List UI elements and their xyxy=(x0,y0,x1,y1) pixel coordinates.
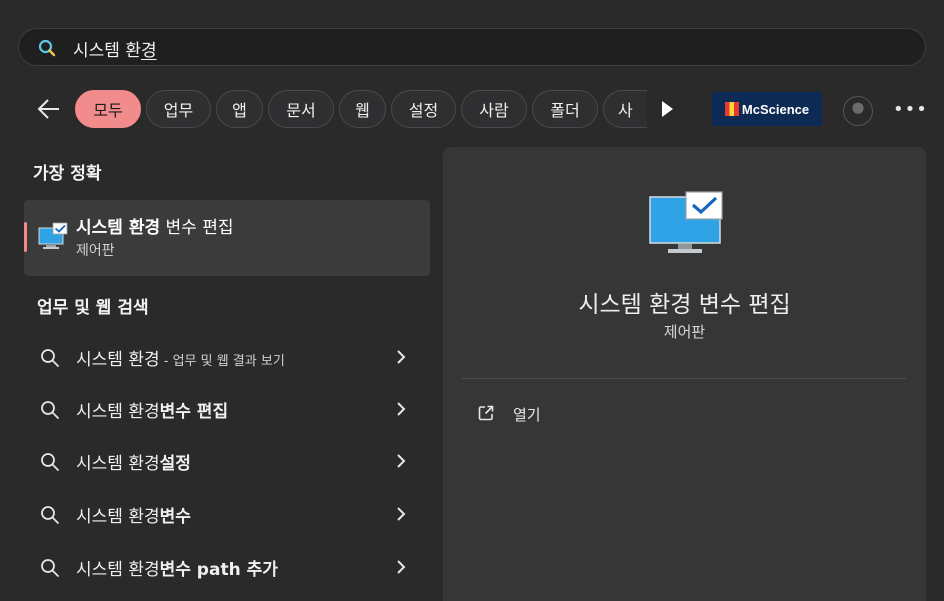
web-result-text: 시스템 환경 xyxy=(76,454,160,474)
chevron-right-icon xyxy=(397,507,406,521)
brand-logo[interactable]: McScience xyxy=(712,92,822,126)
web-result-label: 시스템 환경변수 path 추가 xyxy=(76,555,278,580)
scroll-right-icon[interactable] xyxy=(658,98,676,120)
best-match-item[interactable]: 시스템 환경 변수 편집 제어판 xyxy=(24,200,430,276)
brand-logo-text: McScience xyxy=(741,101,810,117)
best-match-subtitle: 제어판 xyxy=(76,243,115,259)
search-query-composing: 경 xyxy=(140,41,157,61)
brand-logo-mark-icon xyxy=(724,102,739,116)
web-result-bold-text: 변수 xyxy=(159,507,191,527)
filter-chip-settings[interactable]: 설정 xyxy=(391,90,456,128)
search-icon xyxy=(41,506,59,524)
web-result-text: 시스템 환경 xyxy=(76,402,160,422)
system-properties-icon xyxy=(38,222,68,249)
search-icon xyxy=(41,401,59,419)
search-icon xyxy=(41,559,59,577)
chevron-right-icon xyxy=(397,350,406,364)
best-match-title: 시스템 환경 변수 편집 xyxy=(76,213,234,238)
avatar[interactable] xyxy=(843,96,873,126)
web-result-text: 시스템 환경 xyxy=(76,560,160,580)
open-action-label: 열기 xyxy=(513,406,541,424)
web-result-item[interactable]: 시스템 환경설정 xyxy=(24,437,430,485)
filter-chip-apps[interactable]: 앱 xyxy=(216,90,263,128)
search-query-text: 시스템 환 xyxy=(73,41,141,61)
web-result-label: 시스템 환경변수 xyxy=(76,502,191,527)
back-arrow-icon[interactable] xyxy=(36,96,62,122)
web-result-bold-text: 변수 편집 xyxy=(159,402,229,422)
detail-subtitle: 제어판 xyxy=(663,323,706,341)
open-external-icon xyxy=(478,405,494,421)
best-match-header: 가장 정확 xyxy=(33,164,102,184)
web-result-suffix: - 업무 및 웹 결과 보기 xyxy=(159,354,285,369)
best-match-title-rest: 변수 편집 xyxy=(160,218,234,238)
detail-title: 시스템 환경 변수 편집 xyxy=(578,292,791,318)
web-result-item[interactable]: 시스템 환경변수 xyxy=(24,490,430,538)
web-result-bold-text: 설정 xyxy=(159,454,191,474)
web-result-item[interactable]: 시스템 환경 - 업무 및 웹 결과 보기 xyxy=(24,333,430,381)
search-icon xyxy=(41,453,59,471)
chevron-right-icon xyxy=(397,454,406,468)
filter-chip-all[interactable]: 모두 xyxy=(75,90,141,128)
filter-bar: 모두 업무 앱 문서 웹 설정 사람 폴더 사 McScience ••• xyxy=(0,88,944,132)
web-result-label: 시스템 환경 - 업무 및 웹 결과 보기 xyxy=(76,345,285,370)
selection-indicator xyxy=(24,222,27,252)
divider xyxy=(462,378,906,379)
web-result-text: 시스템 환경 xyxy=(76,350,160,370)
best-match-title-bold: 시스템 환경 xyxy=(76,218,161,238)
web-result-label: 시스템 환경변수 편집 xyxy=(76,397,228,422)
open-action[interactable]: 열기 xyxy=(477,402,677,428)
system-properties-icon xyxy=(649,191,723,253)
filter-chip-people[interactable]: 사람 xyxy=(461,90,527,128)
filter-chip-folders[interactable]: 폴더 xyxy=(532,90,598,128)
chevron-right-icon xyxy=(397,560,406,574)
search-icon xyxy=(41,349,59,367)
web-result-item[interactable]: 시스템 환경변수 path 추가 xyxy=(24,543,430,591)
web-result-label: 시스템 환경설정 xyxy=(76,449,191,474)
search-icon xyxy=(38,39,56,57)
filter-chip-work[interactable]: 업무 xyxy=(146,90,211,128)
filter-chip-more[interactable]: 사 xyxy=(603,90,647,128)
chevron-right-icon xyxy=(397,402,406,416)
search-box[interactable]: 시스템 환경 xyxy=(18,28,926,66)
filter-chip-documents[interactable]: 문서 xyxy=(268,90,334,128)
detail-pane: 시스템 환경 변수 편집 제어판 열기 xyxy=(443,147,926,601)
web-result-text: 시스템 환경 xyxy=(76,507,160,527)
filter-chip-web[interactable]: 웹 xyxy=(339,90,386,128)
web-result-bold-text: 변수 path 추가 xyxy=(159,560,278,580)
web-result-item[interactable]: 시스템 환경변수 편집 xyxy=(24,385,430,433)
search-input[interactable]: 시스템 환경 xyxy=(73,36,157,61)
web-search-header: 업무 및 웹 검색 xyxy=(37,298,149,318)
more-options-icon[interactable]: ••• xyxy=(893,96,927,124)
